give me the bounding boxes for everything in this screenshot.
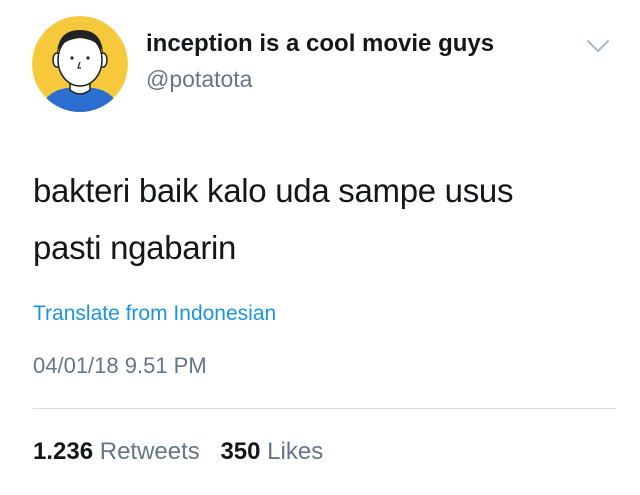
- retweets-label: Retweets: [99, 438, 200, 465]
- chevron-down-icon[interactable]: [586, 38, 610, 54]
- translate-link[interactable]: Translate from Indonesian: [33, 302, 276, 326]
- likes-label: Likes: [267, 438, 324, 465]
- cartoon-face-avatar-icon: [32, 16, 128, 112]
- display-name[interactable]: inception is a cool movie guys: [146, 30, 494, 58]
- tweet-stats: 1.236 Retweets 350 Likes: [33, 438, 337, 466]
- likes-count: 350: [220, 438, 261, 465]
- divider: [33, 408, 616, 409]
- tweet-card: inception is a cool movie guys @potatota…: [0, 0, 640, 495]
- likes-stat[interactable]: 350 Likes: [220, 438, 323, 466]
- retweets-stat[interactable]: 1.236 Retweets: [33, 438, 200, 466]
- tweet-text-line: pasti ngabarin: [33, 229, 237, 266]
- timestamp[interactable]: 04/01/18 9.51 PM: [33, 353, 207, 379]
- tweet-text: bakteri baik kalo uda sampe usus pasti n…: [33, 162, 623, 276]
- retweets-count: 1.236: [33, 438, 94, 465]
- avatar[interactable]: [32, 16, 128, 112]
- user-handle[interactable]: @potatota: [146, 66, 252, 93]
- tweet-text-line: bakteri baik kalo uda sampe usus: [33, 172, 514, 209]
